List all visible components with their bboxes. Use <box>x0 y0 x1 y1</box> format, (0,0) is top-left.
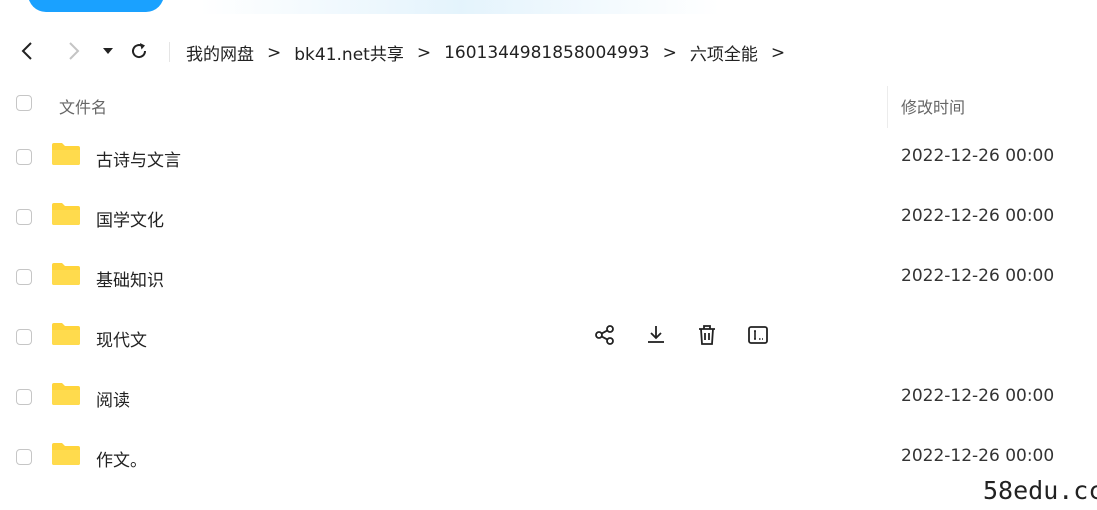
breadcrumb-item[interactable]: 1601344981858004993 <box>444 43 650 63</box>
table-row[interactable]: 现代文 <box>0 308 1097 368</box>
breadcrumb-item[interactable]: 六项全能 <box>690 40 758 65</box>
modified-time: 2022-12-26 00:00 <box>901 266 1055 286</box>
folder-icon <box>51 382 81 406</box>
file-name[interactable]: 阅读 <box>96 386 130 411</box>
rename-icon[interactable] <box>745 322 771 348</box>
column-divider[interactable] <box>887 86 888 128</box>
breadcrumb-separator: > <box>416 42 432 63</box>
breadcrumb-separator: > <box>770 42 786 63</box>
modified-time: 2022-12-26 00:00 <box>901 146 1055 166</box>
file-name[interactable]: 国学文化 <box>96 206 164 231</box>
breadcrumb-separator: > <box>662 42 677 63</box>
forward-icon[interactable] <box>60 38 86 64</box>
top-highlight <box>200 0 720 14</box>
refresh-icon[interactable] <box>126 38 152 64</box>
column-header-modified[interactable]: 修改时间 <box>901 94 965 118</box>
row-checkbox[interactable] <box>16 149 32 165</box>
table-row[interactable]: 古诗与文言 2022-12-26 00:00 <box>0 128 1097 188</box>
dropdown-icon[interactable] <box>95 38 121 64</box>
nav-separator <box>169 42 170 62</box>
table-row[interactable]: 国学文化 2022-12-26 00:00 <box>0 188 1097 248</box>
file-name[interactable]: 基础知识 <box>96 266 164 291</box>
row-checkbox[interactable] <box>16 209 32 225</box>
back-icon[interactable] <box>15 38 41 64</box>
share-icon[interactable] <box>592 322 618 348</box>
top-primary-button[interactable] <box>28 0 164 12</box>
breadcrumb-item[interactable]: 我的网盘 <box>186 40 254 65</box>
table-row[interactable]: 基础知识 2022-12-26 00:00 <box>0 248 1097 308</box>
row-checkbox[interactable] <box>16 389 32 405</box>
watermark: 58edu.cc <box>983 476 1097 505</box>
breadcrumb: 我的网盘 > bk41.net共享 > 1601344981858004993 … <box>186 40 798 66</box>
select-all-checkbox[interactable] <box>16 95 32 111</box>
file-name[interactable]: 作文。 <box>96 446 147 471</box>
row-actions <box>592 322 796 348</box>
row-checkbox[interactable] <box>16 329 32 345</box>
modified-time: 2022-12-26 00:00 <box>901 206 1055 226</box>
modified-time: 2022-12-26 00:00 <box>901 446 1055 466</box>
folder-icon <box>51 202 81 226</box>
row-checkbox[interactable] <box>16 269 32 285</box>
table-header: 文件名 修改时间 <box>0 86 1097 128</box>
navigation-bar: 我的网盘 > bk41.net共享 > 1601344981858004993 … <box>0 36 1097 68</box>
file-name[interactable]: 古诗与文言 <box>96 146 181 171</box>
breadcrumb-item[interactable]: bk41.net共享 <box>294 40 404 65</box>
folder-icon <box>51 142 81 166</box>
table-row[interactable]: 阅读 2022-12-26 00:00 <box>0 368 1097 428</box>
column-header-name[interactable]: 文件名 <box>59 94 107 118</box>
download-icon[interactable] <box>643 322 669 348</box>
breadcrumb-separator: > <box>267 42 282 63</box>
modified-time: 2022-12-26 00:00 <box>901 386 1055 406</box>
folder-icon <box>51 442 81 466</box>
folder-icon <box>51 322 81 346</box>
file-name[interactable]: 现代文 <box>96 326 147 351</box>
folder-icon <box>51 262 81 286</box>
delete-icon[interactable] <box>694 322 720 348</box>
row-checkbox[interactable] <box>16 449 32 465</box>
table-row[interactable]: 作文。 2022-12-26 00:00 <box>0 428 1097 488</box>
